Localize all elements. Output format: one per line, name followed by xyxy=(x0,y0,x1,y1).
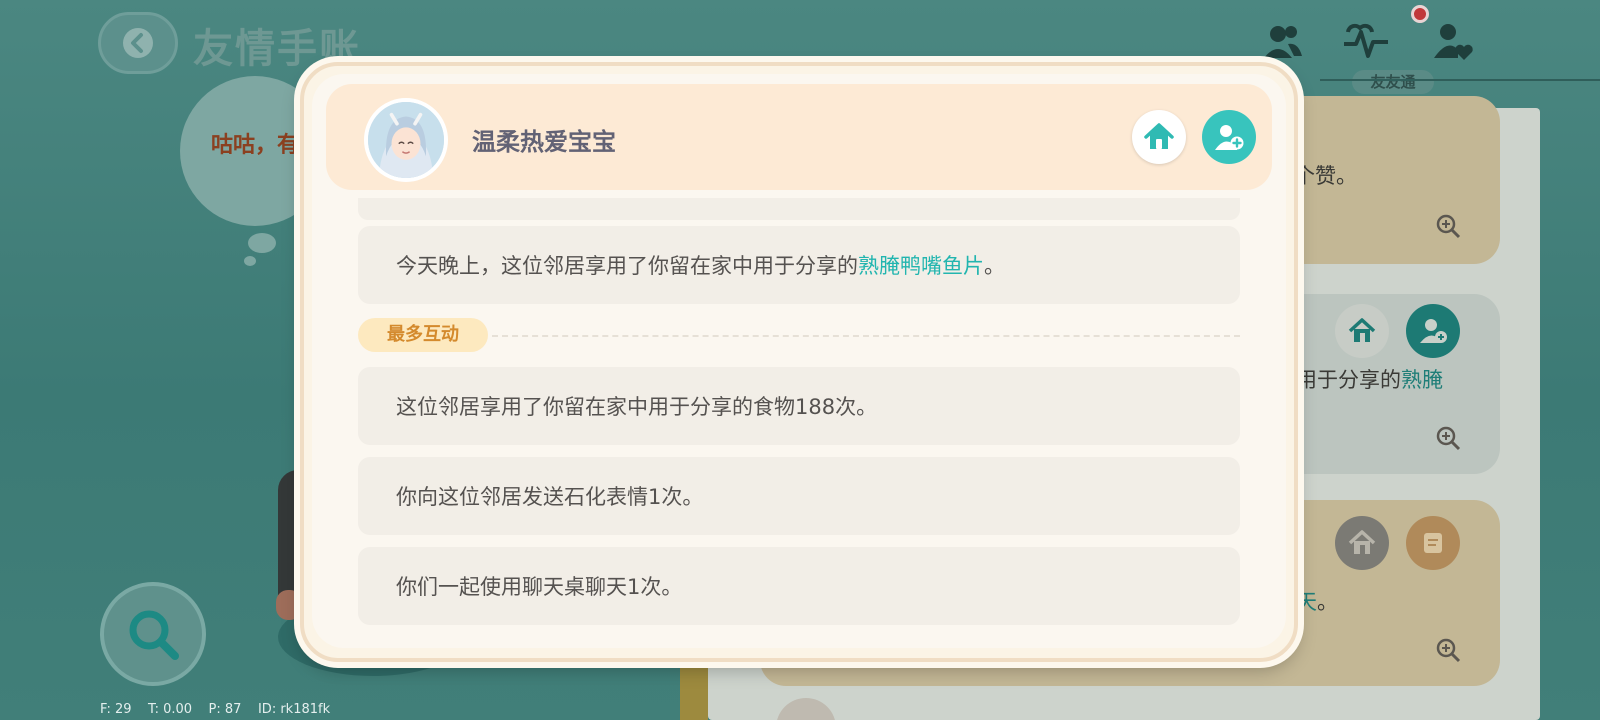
search-icon xyxy=(129,610,179,660)
board-edge xyxy=(680,660,708,720)
food-link: 熟腌鸭嘴鱼片 xyxy=(858,254,984,278)
avatar[interactable] xyxy=(364,98,448,182)
home-icon[interactable] xyxy=(1335,304,1389,358)
friend-detail-modal: 温柔热爱宝宝 今天晚上，这位邻居享用了你留在家中用于分享的 熟腌鸭嘴鱼片。 最多… xyxy=(300,62,1298,662)
friends-icon[interactable] xyxy=(1258,18,1306,66)
zoom-in-icon[interactable] xyxy=(1434,212,1462,240)
home-icon[interactable] xyxy=(1335,516,1389,570)
add-friend-icon xyxy=(1215,125,1244,150)
character-hand xyxy=(276,590,302,620)
user-heart-icon[interactable] xyxy=(1428,18,1476,66)
home-icon xyxy=(1144,123,1174,149)
add-friend-button[interactable] xyxy=(1202,110,1256,164)
thought-dot xyxy=(244,256,256,266)
list-item: 这位邻居享用了你留在家中用于分享的食物188次。 xyxy=(358,367,1240,445)
notification-dot xyxy=(1411,5,1429,23)
feed-card-text: 用于分享的熟腌 xyxy=(1296,368,1443,392)
message-text: 今天晚上，这位邻居享用了你留在家中用于分享的 xyxy=(396,254,858,278)
thought-dot xyxy=(248,233,276,253)
modal-header: 温柔热爱宝宝 xyxy=(326,84,1272,190)
back-button[interactable] xyxy=(98,12,178,74)
modal-content: 温柔热爱宝宝 今天晚上，这位邻居享用了你留在家中用于分享的 熟腌鸭嘴鱼片。 最多… xyxy=(312,74,1286,648)
list-item: 你们一起使用聊天桌聊天1次。 xyxy=(358,547,1240,625)
heartbeat-icon[interactable] xyxy=(1342,18,1390,66)
section-label: 最多互动 xyxy=(358,318,488,352)
search-button[interactable] xyxy=(100,582,206,686)
list-item: 今天晚上，这位邻居享用了你留在家中用于分享的 熟腌鸭嘴鱼片。 xyxy=(358,226,1240,304)
note-icon[interactable] xyxy=(1406,516,1460,570)
debug-info: F: 29 T: 0.00 P: 87 ID: rk181fk xyxy=(100,702,331,717)
section-divider xyxy=(492,335,1240,337)
message-text: 。 xyxy=(984,254,1005,278)
thought-text: 咕咕，有 xyxy=(211,133,300,158)
feed-card-text: 个赞。 xyxy=(1294,164,1357,188)
interaction-text: 你们一起使用聊天桌聊天1次。 xyxy=(396,575,683,599)
header-divider xyxy=(1320,79,1600,81)
chevron-left-icon xyxy=(123,28,153,58)
zoom-in-icon[interactable] xyxy=(1434,636,1462,664)
username: 温柔热爱宝宝 xyxy=(472,128,616,156)
list-item: 你向这位邻居发送石化表情1次。 xyxy=(358,457,1240,535)
feed-card-text: 天。 xyxy=(1296,590,1338,614)
friend-pass-label[interactable]: 友友通 xyxy=(1352,70,1434,94)
list-item xyxy=(358,198,1240,220)
interaction-text: 这位邻居享用了你留在家中用于分享的食物188次。 xyxy=(396,395,878,419)
visit-home-button[interactable] xyxy=(1132,110,1186,164)
interaction-text: 你向这位邻居发送石化表情1次。 xyxy=(396,485,704,509)
zoom-in-icon[interactable] xyxy=(1434,424,1462,452)
add-friend-icon[interactable] xyxy=(1406,304,1460,358)
